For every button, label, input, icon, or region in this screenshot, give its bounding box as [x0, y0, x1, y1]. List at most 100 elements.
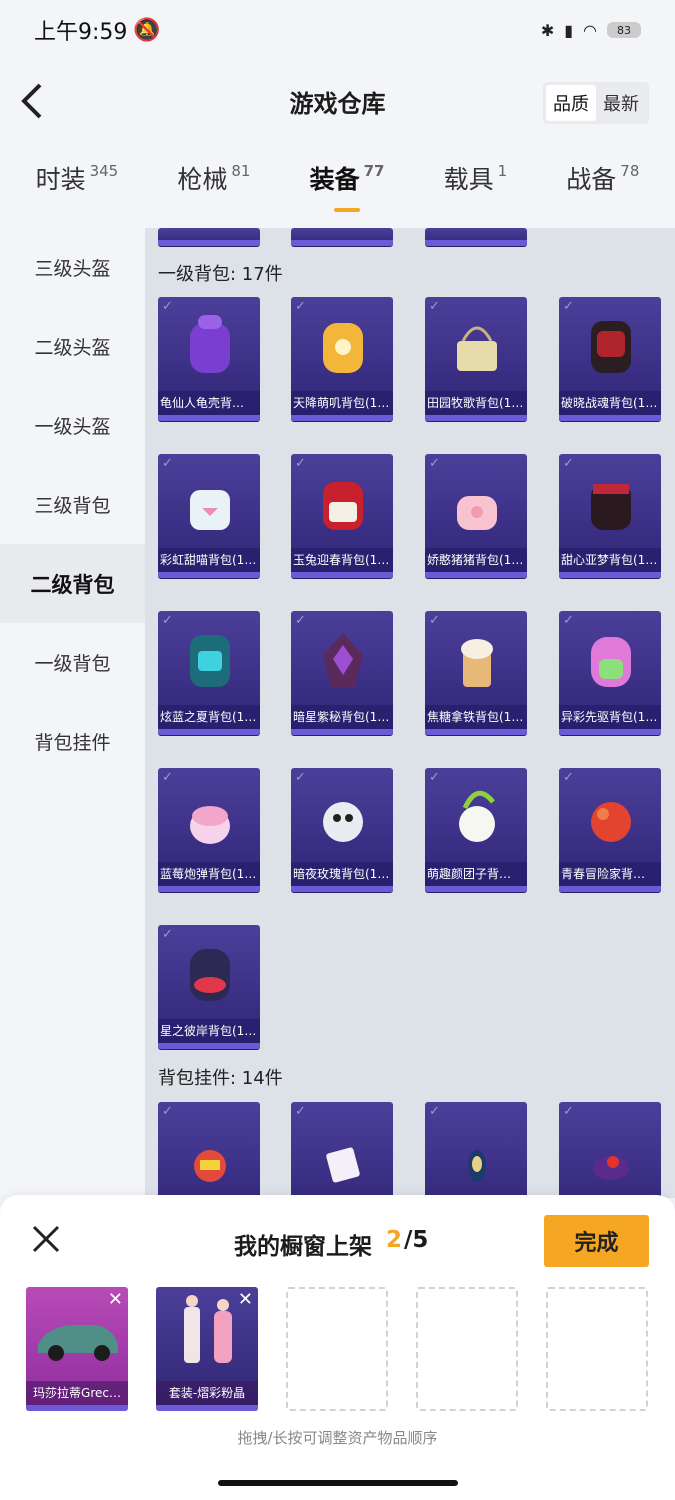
tab-label: 装备 — [309, 165, 360, 194]
item-label: 甜心亚梦背包(1… — [559, 548, 661, 572]
showcase-slot-filled[interactable]: ✕ 玛莎拉蒂Grec… — [26, 1287, 128, 1411]
item-label: 星之彼岸背包(1… — [158, 1019, 260, 1043]
card-bar — [425, 572, 527, 578]
item-label: 彩虹甜喵背包(1… — [158, 548, 260, 572]
item-card[interactable]: ✓ 青春冒险家背… — [559, 768, 661, 892]
item-card[interactable]: ✓ — [425, 1102, 527, 1198]
showcase-title-text: 我的橱窗上架 — [234, 1234, 372, 1260]
item-label: 田园牧歌背包(1… — [425, 391, 527, 415]
item-card[interactable]: ✓ 玉兔迎春背包(1… — [291, 454, 393, 578]
showcase-slot-empty[interactable] — [546, 1287, 648, 1411]
sort-quality[interactable]: 品质 — [546, 85, 596, 121]
check-icon: ✓ — [162, 613, 173, 628]
reorder-hint: 拖拽/长按可调整资产物品顺序 — [237, 1429, 438, 1447]
sidebar-item-backpack-2[interactable]: 二级背包 — [0, 544, 145, 623]
item-card[interactable]: ✓ 星之彼岸背包(1… — [158, 925, 260, 1049]
sidebar-item-backpack-3[interactable]: 三级背包 — [0, 465, 145, 544]
item-card[interactable]: ✓ 甜心亚梦背包(1… — [559, 454, 661, 578]
item-card[interactable]: ✓ 破晓战魂背包(1… — [559, 297, 661, 421]
item-card[interactable]: ✓ — [291, 1102, 393, 1198]
sidebar-item-backpack-charm[interactable]: 背包挂件 — [0, 702, 145, 781]
sidebar-item-backpack-1[interactable]: 一级背包 — [0, 623, 145, 702]
backpack-icon — [190, 490, 230, 530]
item-card[interactable]: ✓ 炫蓝之夏背包(1… — [158, 611, 260, 735]
basket-backpack-icon — [457, 326, 497, 371]
backpack-icon — [323, 802, 363, 842]
tab-fashion[interactable]: 时装 345 — [36, 160, 119, 220]
sort-toggle[interactable]: 品质 最新 — [543, 82, 649, 124]
item-card-partial[interactable] — [291, 228, 393, 246]
sidebar-item-helmet-3[interactable]: 三级头盔 — [0, 228, 145, 307]
item-card[interactable]: ✓ 娇憨猪猪背包(1… — [425, 454, 527, 578]
check-icon: ✓ — [563, 1104, 574, 1119]
backpack-icon — [190, 806, 230, 844]
charm-icon — [326, 1147, 360, 1183]
tab-vehicles[interactable]: 载具 1 — [444, 160, 508, 220]
status-bar: 上午9:59 🔕 ✱ ▮ ◠ 83 — [0, 0, 675, 60]
slot-label: 玛莎拉蒂Grec… — [26, 1381, 128, 1405]
slot-bar — [26, 1405, 128, 1411]
tab-count: 81 — [231, 162, 251, 180]
showcase-slot-filled[interactable]: ✕ 套装-熠彩粉晶 — [156, 1287, 258, 1411]
backpack-icon — [591, 802, 631, 842]
tab-equipment[interactable]: 装备 77 — [309, 160, 384, 220]
remove-icon[interactable]: ✕ — [108, 1289, 123, 1310]
showcase-total-count: /5 — [404, 1227, 429, 1253]
charm-icon — [468, 1150, 486, 1182]
remove-icon[interactable]: ✕ — [238, 1289, 253, 1310]
backpack-icon — [591, 321, 631, 373]
close-icon — [32, 1225, 60, 1253]
tab-label: 战备 — [566, 165, 617, 194]
tab-label: 枪械 — [177, 165, 228, 194]
item-label: 龟仙人龟壳背… — [158, 391, 260, 415]
sort-latest[interactable]: 最新 — [596, 85, 646, 121]
card-bar — [291, 886, 393, 892]
card-bar — [559, 886, 661, 892]
check-icon: ✓ — [563, 613, 574, 628]
item-card-partial[interactable] — [425, 228, 527, 246]
check-icon: ✓ — [162, 1104, 173, 1119]
card-bar — [158, 572, 260, 578]
showcase-slot-empty[interactable] — [416, 1287, 518, 1411]
home-indicator[interactable] — [218, 1480, 458, 1486]
tab-count: 78 — [620, 162, 640, 180]
tab-supplies[interactable]: 战备 78 — [566, 160, 639, 220]
card-bar — [158, 415, 260, 421]
item-label: 玉兔迎春背包(1… — [291, 548, 393, 572]
check-icon: ✓ — [429, 299, 440, 314]
done-button[interactable]: 完成 — [544, 1215, 649, 1267]
showcase-title: 我的橱窗上架 2 /5 — [234, 1227, 428, 1261]
status-icons: ✱ ▮ ◠ 83 — [541, 21, 641, 40]
card-bar — [291, 415, 393, 421]
close-button[interactable] — [30, 1223, 62, 1255]
item-card-partial[interactable] — [158, 228, 260, 246]
item-card[interactable]: ✓ 蓝莓炮弹背包(1… — [158, 768, 260, 892]
tab-guns[interactable]: 枪械 81 — [177, 160, 250, 220]
sidebar-item-helmet-2[interactable]: 二级头盔 — [0, 307, 145, 386]
check-icon: ✓ — [429, 770, 440, 785]
check-icon: ✓ — [295, 613, 306, 628]
item-card[interactable]: ✓ 异彩先驱背包(1… — [559, 611, 661, 735]
item-label: 暗星紫秘背包(1… — [291, 705, 393, 729]
sidebar-item-helmet-1[interactable]: 一级头盔 — [0, 386, 145, 465]
item-card[interactable]: ✓ 暗夜玫瑰背包(1… — [291, 768, 393, 892]
item-card[interactable]: ✓ 暗星紫秘背包(1… — [291, 611, 393, 735]
item-card[interactable]: ✓ 天降萌叽背包(1… — [291, 297, 393, 421]
item-label: 异彩先驱背包(1… — [559, 705, 661, 729]
item-card[interactable]: ✓ 彩虹甜喵背包(1… — [158, 454, 260, 578]
item-card[interactable]: ✓ — [158, 1102, 260, 1198]
item-label: 天降萌叽背包(1… — [291, 391, 393, 415]
item-card[interactable]: ✓ 田园牧歌背包(1… — [425, 297, 527, 421]
showcase-slot-empty[interactable] — [286, 1287, 388, 1411]
check-icon: ✓ — [295, 456, 306, 471]
item-label: 蓝莓炮弹背包(1… — [158, 862, 260, 886]
item-card[interactable]: ✓ 龟仙人龟壳背… — [158, 297, 260, 421]
item-card[interactable]: ✓ 焦糖拿铁背包(1… — [425, 611, 527, 735]
bell-muted-icon: 🔕 — [133, 17, 161, 43]
tab-label: 载具 — [443, 165, 494, 194]
check-icon: ✓ — [162, 927, 173, 942]
item-card[interactable]: ✓ 萌趣颜团子背… — [425, 768, 527, 892]
category-tabs: 时装 345 枪械 81 装备 77 载具 1 战备 78 — [0, 160, 675, 220]
item-card[interactable]: ✓ — [559, 1102, 661, 1198]
